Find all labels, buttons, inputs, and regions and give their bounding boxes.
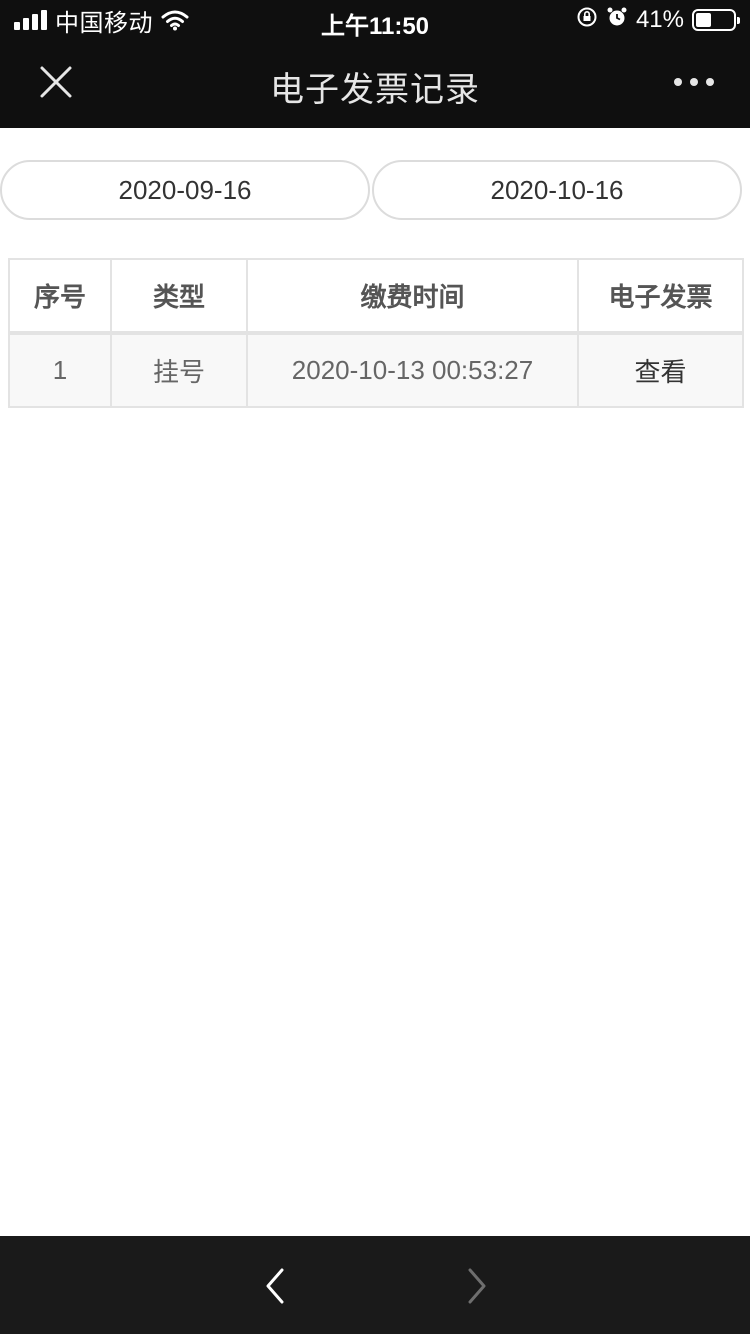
- rotation-lock-icon: [576, 6, 598, 35]
- status-bar: 中国移动 上午11:50 41%: [0, 0, 750, 40]
- more-dot-icon: [674, 78, 682, 86]
- alarm-icon: [606, 6, 628, 35]
- more-dot-icon: [690, 78, 698, 86]
- top-bar: 中国移动 上午11:50 41% 电子发票记录: [0, 0, 750, 128]
- more-dot-icon: [706, 78, 714, 86]
- row-payment-time: 2020-10-13 00:53:27: [246, 332, 579, 408]
- close-icon: [40, 66, 72, 98]
- header-index: 序号: [8, 258, 112, 335]
- row-index: 1: [8, 332, 112, 408]
- back-button[interactable]: [260, 1266, 290, 1306]
- close-button[interactable]: [34, 60, 78, 104]
- battery-percent: 41%: [635, 6, 684, 33]
- start-date-picker[interactable]: 2020-09-16: [0, 160, 370, 220]
- forward-button[interactable]: [462, 1266, 492, 1306]
- view-invoice-link[interactable]: 查看: [577, 332, 744, 408]
- header-invoice: 电子发票: [577, 258, 744, 335]
- chevron-right-icon: [468, 1268, 486, 1304]
- page-title: 电子发票记录: [270, 71, 480, 109]
- header-type: 类型: [110, 258, 248, 335]
- chevron-left-icon: [266, 1268, 284, 1304]
- table-header-row: 序号 类型 缴费时间 电子发票: [8, 258, 744, 335]
- status-right: 41%: [576, 6, 740, 35]
- battery-icon: [692, 9, 740, 31]
- row-type: 挂号: [110, 332, 248, 408]
- header-payment-time: 缴费时间: [246, 258, 579, 335]
- date-range: 2020-09-16 2020-10-16: [0, 160, 750, 220]
- more-button[interactable]: [674, 70, 714, 94]
- nav-bar: 电子发票记录: [0, 40, 750, 128]
- end-date-picker[interactable]: 2020-10-16: [372, 160, 742, 220]
- bottom-toolbar: [0, 1236, 750, 1334]
- table-row: 1 挂号 2020-10-13 00:53:27 查看: [8, 332, 744, 408]
- battery-level: [696, 13, 711, 27]
- invoice-records-table: 序号 类型 缴费时间 电子发票 1 挂号 2020-10-13 00:53:27…: [8, 258, 744, 408]
